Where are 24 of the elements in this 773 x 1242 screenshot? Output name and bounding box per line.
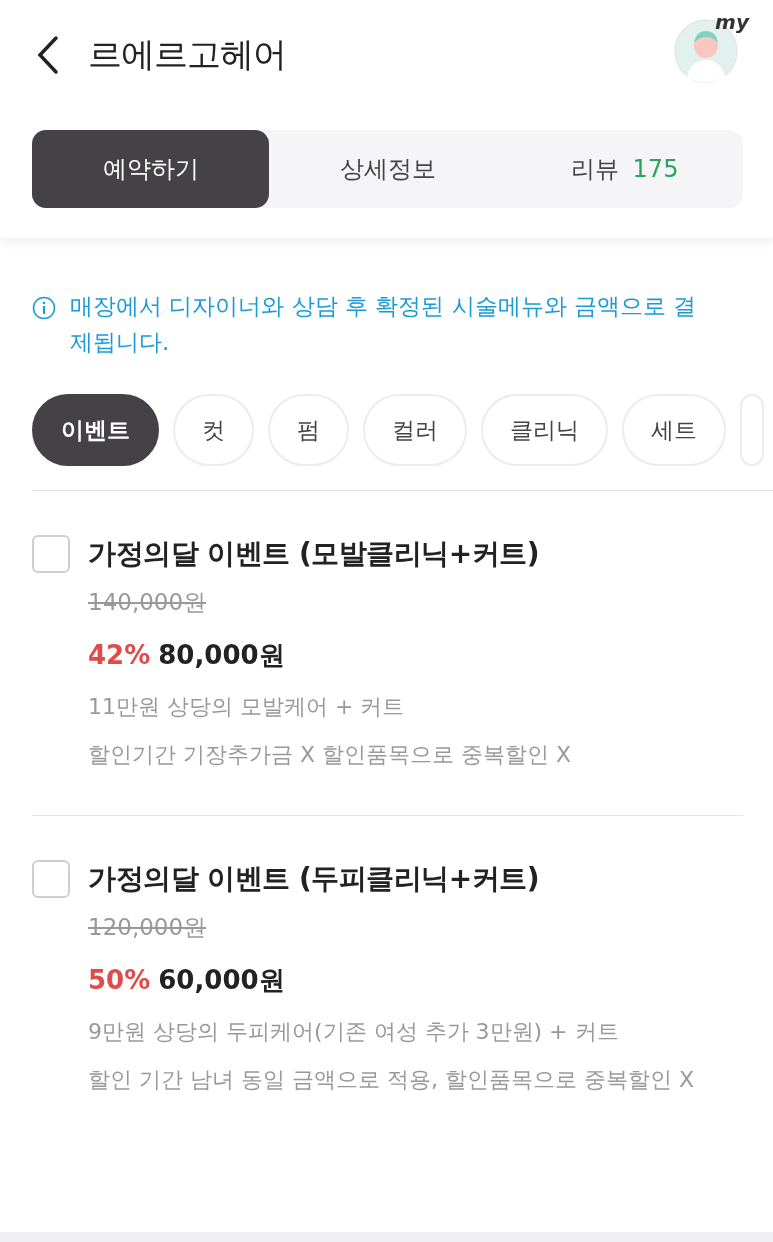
- menu-description: 9만원 상당의 두피케어(기존 여성 추가 3만원) + 커트: [88, 1018, 620, 1046]
- original-price: 140,000원: [88, 588, 208, 617]
- menu-title: 가정의달 이벤트 (모발클리닉+커트): [88, 536, 541, 572]
- menu-description: 할인기간 기장추가금 X 할인품목으로 중복할인 X: [88, 741, 572, 769]
- tab[interactable]: 리뷰 175: [506, 130, 743, 208]
- original-price: 120,000원: [88, 913, 208, 942]
- menu-title: 가정의달 이벤트 (두피클리닉+커트): [88, 861, 541, 897]
- discount-rate: 42%: [88, 639, 151, 672]
- notice-text: 매장에서 디자이너와 상담 후 확정된 시술메뉴와 금액으로 결제됩니다.: [70, 292, 698, 357]
- menu-description: 11만원 상당의 모발케어 + 커트: [88, 693, 406, 721]
- tab[interactable]: 예약하기: [32, 130, 269, 208]
- sale-price: 60,000원: [158, 964, 285, 997]
- page-title: 르에르고헤어: [88, 33, 287, 76]
- sale-price: 80,000원: [158, 639, 285, 672]
- category-chip[interactable]: 컷: [173, 394, 254, 466]
- category-chip[interactable]: 클리닉: [481, 394, 608, 466]
- menu-description: 할인 기간 남녀 동일 금액으로 적용, 할인품목으로 중복할인 X: [88, 1066, 694, 1094]
- category-chip[interactable]: 이벤트: [32, 394, 159, 466]
- tab[interactable]: 상세정보: [269, 130, 506, 208]
- category-chip[interactable]: 세트: [622, 394, 726, 466]
- discount-rate: 50%: [88, 964, 151, 997]
- my-label: my: [715, 10, 749, 34]
- category-chip[interactable]: 컬러: [363, 394, 467, 466]
- category-chip[interactable]: 펌: [268, 394, 349, 466]
